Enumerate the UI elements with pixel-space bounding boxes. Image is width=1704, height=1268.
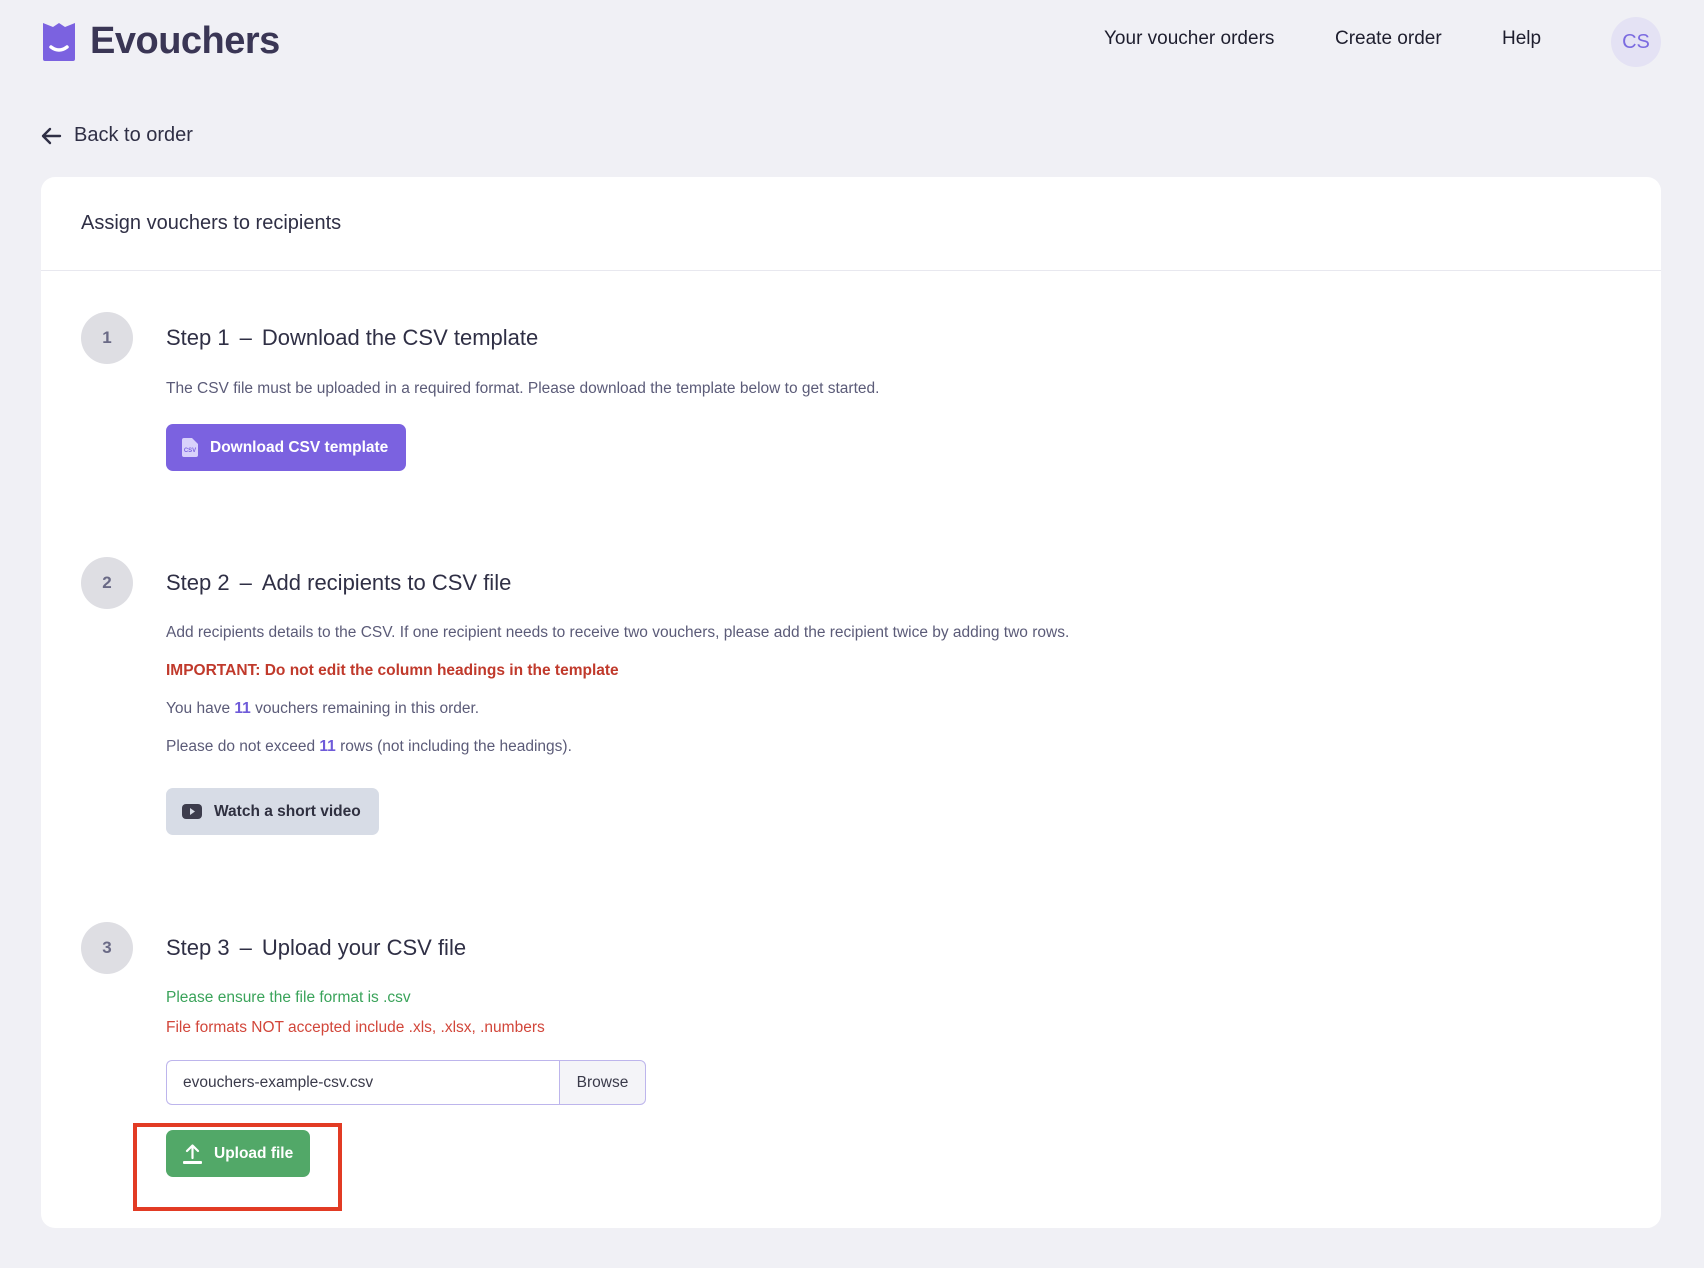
nav-help[interactable]: Help	[1502, 28, 1541, 50]
download-csv-template-label: Download CSV template	[210, 438, 389, 456]
download-csv-template-button[interactable]: CSV Download CSV template	[166, 424, 407, 471]
vouchers-remaining-text: You have 11 vouchers remaining in this o…	[166, 700, 1566, 718]
remaining-count: 11	[234, 700, 251, 717]
step-1-description: The CSV file must be uploaded in a requi…	[166, 380, 880, 397]
remaining-suffix: vouchers remaining in this order.	[255, 700, 480, 717]
step-1-label: Step 1	[166, 325, 230, 350]
nav-create-order[interactable]: Create order	[1335, 28, 1442, 50]
file-name-input[interactable]	[166, 1060, 559, 1105]
file-picker: Browse	[166, 1060, 646, 1105]
nav-voucher-orders[interactable]: Your voucher orders	[1104, 28, 1274, 50]
back-to-order-link[interactable]: Back to order	[40, 124, 193, 147]
step-1-heading: Download the CSV template	[261, 325, 539, 350]
card-title: Assign vouchers to recipients	[41, 177, 1661, 271]
step-1-dash: –	[239, 325, 252, 350]
upload-button-highlight	[133, 1123, 342, 1211]
csv-file-icon: CSV	[182, 438, 198, 457]
video-play-icon	[182, 804, 202, 819]
avatar[interactable]: CS	[1611, 17, 1661, 67]
watch-video-button[interactable]: Watch a short video	[166, 788, 379, 835]
row-limit-text: Please do not exceed 11 rows (not includ…	[166, 738, 1566, 756]
back-link-label: Back to order	[74, 124, 193, 146]
limit-suffix: rows (not including the headings).	[340, 738, 572, 755]
step-1-title: Step 1– Download the CSV template	[166, 312, 1566, 364]
brand-logo[interactable]: Evouchers	[41, 20, 280, 63]
step-2-label: Step 2	[166, 570, 230, 595]
assign-vouchers-card: Assign vouchers to recipients 1 Step 1– D…	[41, 177, 1661, 1228]
step-3-label: Step 3	[166, 935, 230, 960]
limit-count: 11	[319, 738, 336, 755]
logo-mark-icon	[43, 22, 75, 61]
step-2-heading: Add recipients to CSV file	[261, 570, 512, 595]
arrow-left-icon	[41, 127, 62, 144]
svg-text:CSV: CSV	[184, 448, 196, 454]
watch-video-label: Watch a short video	[214, 802, 361, 820]
rejected-format-note: File formats NOT accepted include .xls, …	[166, 1019, 545, 1036]
accepted-format-note: Please ensure the file format is .csv	[166, 989, 411, 1006]
step-3-heading: Upload your CSV file	[261, 935, 467, 960]
step-3-title: Step 3– Upload your CSV file	[166, 922, 1566, 974]
limit-prefix: Please do not exceed	[166, 738, 316, 755]
remaining-prefix: You have	[166, 700, 231, 717]
step-2-title: Step 2– Add recipients to CSV file	[166, 557, 1566, 609]
brand-name: Evouchers	[90, 20, 280, 62]
step-2-number: 2	[81, 557, 133, 609]
step-1-number: 1	[81, 312, 133, 364]
top-header: Evouchers Your voucher orders Create ord…	[0, 0, 1704, 84]
step-3-number: 3	[81, 922, 133, 974]
step-2-dash: –	[239, 570, 252, 595]
browse-button[interactable]: Browse	[559, 1060, 646, 1105]
step-2-description: Add recipients details to the CSV. If on…	[166, 624, 1070, 641]
step-3-dash: –	[239, 935, 252, 960]
important-warning: IMPORTANT: Do not edit the column headin…	[166, 662, 619, 679]
